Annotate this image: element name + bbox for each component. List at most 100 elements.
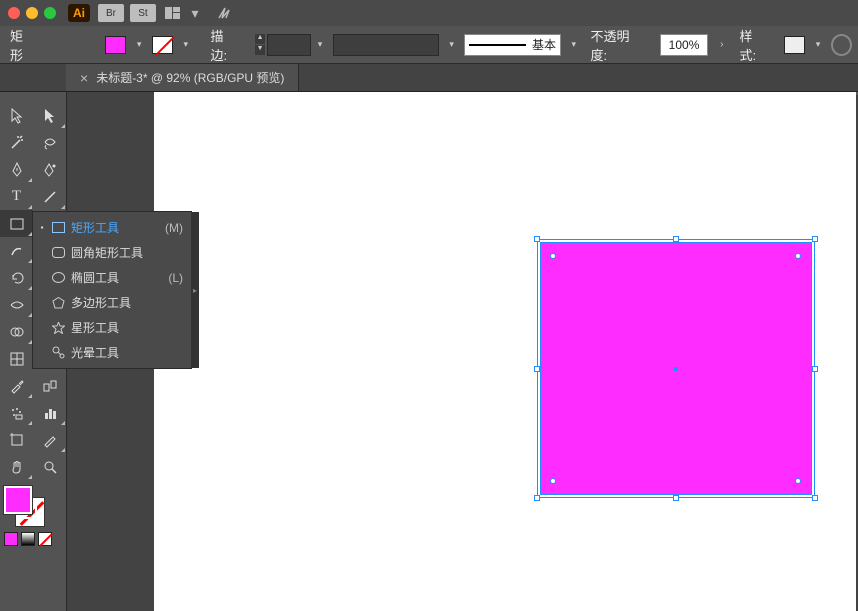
selection-tool[interactable] — [0, 102, 33, 129]
tab-title: 未标题-3* @ 92% (RGB/GPU 预览) — [96, 69, 284, 86]
stroke-profile-label: 基本 — [532, 36, 556, 53]
selection-handle-mr[interactable] — [812, 366, 818, 372]
color-mode-gradient[interactable] — [21, 532, 35, 546]
brush-definition-box[interactable] — [333, 34, 439, 56]
symbol-sprayer-tool[interactable] — [0, 399, 33, 426]
window-zoom-button[interactable] — [44, 7, 56, 19]
style-dropdown-icon[interactable]: ▾ — [811, 36, 824, 54]
eyedropper-tool[interactable] — [0, 372, 33, 399]
stock-button[interactable]: St — [130, 4, 156, 22]
selection-handle-br[interactable] — [812, 495, 818, 501]
fill-stroke-indicator[interactable] — [4, 486, 44, 526]
arrange-documents-icon[interactable] — [162, 7, 184, 19]
flyout-label: 星形工具 — [71, 319, 177, 336]
curvature-tool[interactable] — [33, 156, 66, 183]
line-segment-tool[interactable] — [33, 183, 66, 210]
stroke-weight-stepper[interactable]: ▲▼ ▾ — [255, 34, 327, 56]
object-type-label: 矩形 — [6, 26, 45, 64]
stroke-profile-box[interactable]: 基本 — [464, 34, 561, 56]
opacity-label: 不透明度: — [586, 26, 654, 64]
graphic-style-swatch[interactable] — [784, 36, 805, 54]
selection-handle-bc[interactable] — [673, 495, 679, 501]
flyout-item-ellipse[interactable]: 椭圆工具 (L) — [33, 265, 191, 290]
corner-widget-tl[interactable] — [550, 253, 556, 259]
flyout-label: 光晕工具 — [71, 344, 177, 361]
stroke-dropdown-icon[interactable]: ▾ — [179, 36, 192, 54]
flyout-tearoff-handle[interactable]: ▸ — [191, 212, 199, 368]
flyout-label: 多边形工具 — [71, 294, 177, 311]
document-setup-icon[interactable] — [831, 34, 852, 56]
chevron-down-icon[interactable]: ▾ — [184, 5, 206, 22]
selection-handle-tc[interactable] — [673, 236, 679, 242]
fill-indicator[interactable] — [4, 486, 32, 514]
document-tabs-row: × 未标题-3* @ 92% (RGB/GPU 预览) — [0, 64, 858, 92]
star-icon — [51, 321, 65, 335]
column-graph-tool[interactable] — [33, 399, 66, 426]
rectangle-icon — [51, 221, 65, 235]
polygon-icon — [51, 296, 65, 310]
stroke-label: 描边: — [207, 26, 250, 64]
corner-widget-br[interactable] — [795, 478, 801, 484]
blend-tool[interactable] — [33, 372, 66, 399]
ellipse-icon — [51, 271, 65, 285]
pen-tool[interactable] — [0, 156, 33, 183]
slice-tool[interactable] — [33, 426, 66, 453]
rounded-rectangle-icon — [51, 246, 65, 260]
rectangle-tool[interactable] — [0, 210, 33, 237]
shape-tools-flyout: ▪ 矩形工具 (M) 圆角矩形工具 椭圆工具 (L) 多边形工具 星形工具 光晕… — [32, 211, 192, 369]
shaper-tool[interactable] — [0, 237, 33, 264]
color-mode-row — [0, 530, 66, 548]
stroke-weight-dropdown-icon[interactable]: ▾ — [313, 36, 327, 54]
style-label: 样式: — [736, 26, 779, 64]
mesh-tool[interactable] — [0, 345, 33, 372]
opacity-input[interactable]: 100% — [660, 34, 708, 56]
opacity-chevron-icon[interactable]: › — [714, 34, 729, 56]
flyout-item-flare[interactable]: 光晕工具 — [33, 340, 191, 365]
app-logo-icon: Ai — [68, 4, 90, 22]
tab-close-icon[interactable]: × — [80, 70, 88, 86]
corner-widget-tr[interactable] — [795, 253, 801, 259]
flyout-label: 矩形工具 — [71, 219, 159, 236]
control-bar: 矩形 ▾ ▾ 描边: ▲▼ ▾ ▾ 基本 ▾ 不透明度: 100% › 样式: … — [0, 26, 858, 64]
shape-builder-tool[interactable] — [0, 318, 33, 345]
flyout-shortcut: (M) — [165, 221, 183, 235]
flare-icon — [51, 346, 65, 360]
rotate-tool[interactable] — [0, 264, 33, 291]
width-tool[interactable] — [0, 291, 33, 318]
zoom-tool[interactable] — [33, 453, 66, 480]
type-tool[interactable]: T — [0, 183, 33, 210]
traffic-lights — [8, 7, 56, 19]
document-tab[interactable]: × 未标题-3* @ 92% (RGB/GPU 预览) — [66, 64, 299, 91]
canvas-area[interactable] — [154, 92, 858, 611]
fill-swatch[interactable] — [105, 36, 126, 54]
flyout-item-rounded-rectangle[interactable]: 圆角矩形工具 — [33, 240, 191, 265]
flyout-label: 椭圆工具 — [71, 269, 162, 286]
artboard-tool[interactable] — [0, 426, 33, 453]
flyout-item-polygon[interactable]: 多边形工具 — [33, 290, 191, 315]
selection-handle-ml[interactable] — [534, 366, 540, 372]
brush-dropdown-icon[interactable]: ▾ — [445, 36, 458, 54]
window-minimize-button[interactable] — [26, 7, 38, 19]
flyout-item-rectangle[interactable]: ▪ 矩形工具 (M) — [33, 215, 191, 240]
fill-dropdown-icon[interactable]: ▾ — [132, 36, 145, 54]
bridge-button[interactable]: Br — [98, 4, 124, 22]
selection-handle-bl[interactable] — [534, 495, 540, 501]
gpu-preview-icon[interactable] — [214, 6, 236, 20]
magic-wand-tool[interactable] — [0, 129, 33, 156]
lasso-tool[interactable] — [33, 129, 66, 156]
stroke-profile-dropdown-icon[interactable]: ▾ — [567, 36, 580, 54]
direct-selection-tool[interactable] — [33, 102, 66, 129]
window-close-button[interactable] — [8, 7, 20, 19]
os-titlebar: Ai Br St ▾ — [0, 0, 858, 26]
selection-handle-tr[interactable] — [812, 236, 818, 242]
color-mode-none[interactable] — [38, 532, 52, 546]
flyout-item-star[interactable]: 星形工具 — [33, 315, 191, 340]
selection-handle-tl[interactable] — [534, 236, 540, 242]
color-mode-solid[interactable] — [4, 532, 18, 546]
stroke-swatch[interactable] — [152, 36, 173, 54]
corner-widget-bl[interactable] — [550, 478, 556, 484]
hand-tool[interactable] — [0, 453, 33, 480]
flyout-shortcut: (L) — [168, 271, 183, 285]
stroke-weight-input[interactable] — [267, 34, 311, 56]
flyout-label: 圆角矩形工具 — [71, 244, 177, 261]
